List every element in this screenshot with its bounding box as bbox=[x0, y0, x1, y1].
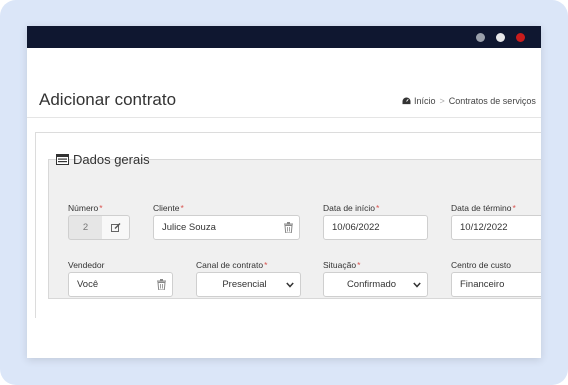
data-termino-label: Data de término* bbox=[451, 203, 516, 213]
canal-label: Canal de contrato* bbox=[196, 260, 268, 270]
centro-custo-select[interactable]: Financeiro bbox=[451, 272, 541, 297]
breadcrumb-home-link[interactable]: Início bbox=[414, 96, 436, 106]
situacao-select[interactable]: Confirmado bbox=[323, 272, 428, 297]
close-button[interactable] bbox=[516, 33, 525, 42]
breadcrumb-separator: > bbox=[439, 96, 445, 106]
section-title: Dados gerais bbox=[56, 152, 150, 167]
cliente-label: Cliente* bbox=[153, 203, 184, 213]
situacao-label: Situação* bbox=[323, 260, 361, 270]
chevron-down-icon bbox=[286, 282, 294, 288]
app-window: Adicionar contrato Início > Contratos de s… bbox=[27, 26, 541, 358]
dashboard-icon bbox=[402, 97, 411, 105]
maximize-button[interactable] bbox=[496, 33, 505, 42]
data-inicio-field[interactable]: 10/06/2022 bbox=[323, 215, 428, 240]
edit-numero-button[interactable] bbox=[102, 215, 130, 240]
canal-select[interactable]: Presencial bbox=[196, 272, 301, 297]
chevron-down-icon bbox=[413, 282, 421, 288]
page-title: Adicionar contrato bbox=[39, 90, 177, 109]
vendedor-field[interactable]: Você bbox=[68, 272, 173, 297]
data-termino-field[interactable]: 10/12/2022 bbox=[451, 215, 541, 240]
numero-field: 2 bbox=[68, 215, 103, 240]
numero-label: Número* bbox=[68, 203, 103, 213]
minimize-button[interactable] bbox=[476, 33, 485, 42]
list-icon bbox=[56, 154, 69, 165]
centro-custo-label: Centro de custo bbox=[451, 260, 512, 270]
vendedor-label: Vendedor bbox=[68, 260, 105, 270]
content-panel: Dados gerais Número* Cliente* Data de in… bbox=[35, 132, 541, 318]
cliente-field[interactable]: Julice Souza bbox=[153, 215, 300, 240]
trash-icon[interactable] bbox=[284, 222, 293, 233]
breadcrumb-current[interactable]: Contratos de serviços bbox=[449, 96, 536, 106]
window-titlebar bbox=[27, 26, 541, 48]
trash-icon[interactable] bbox=[157, 279, 166, 290]
edit-icon bbox=[110, 223, 120, 232]
page-header: Adicionar contrato Início > Contratos de s… bbox=[27, 84, 541, 118]
breadcrumb: Início > Contratos de serviços bbox=[402, 96, 536, 106]
data-inicio-label: Data de início* bbox=[323, 203, 380, 213]
